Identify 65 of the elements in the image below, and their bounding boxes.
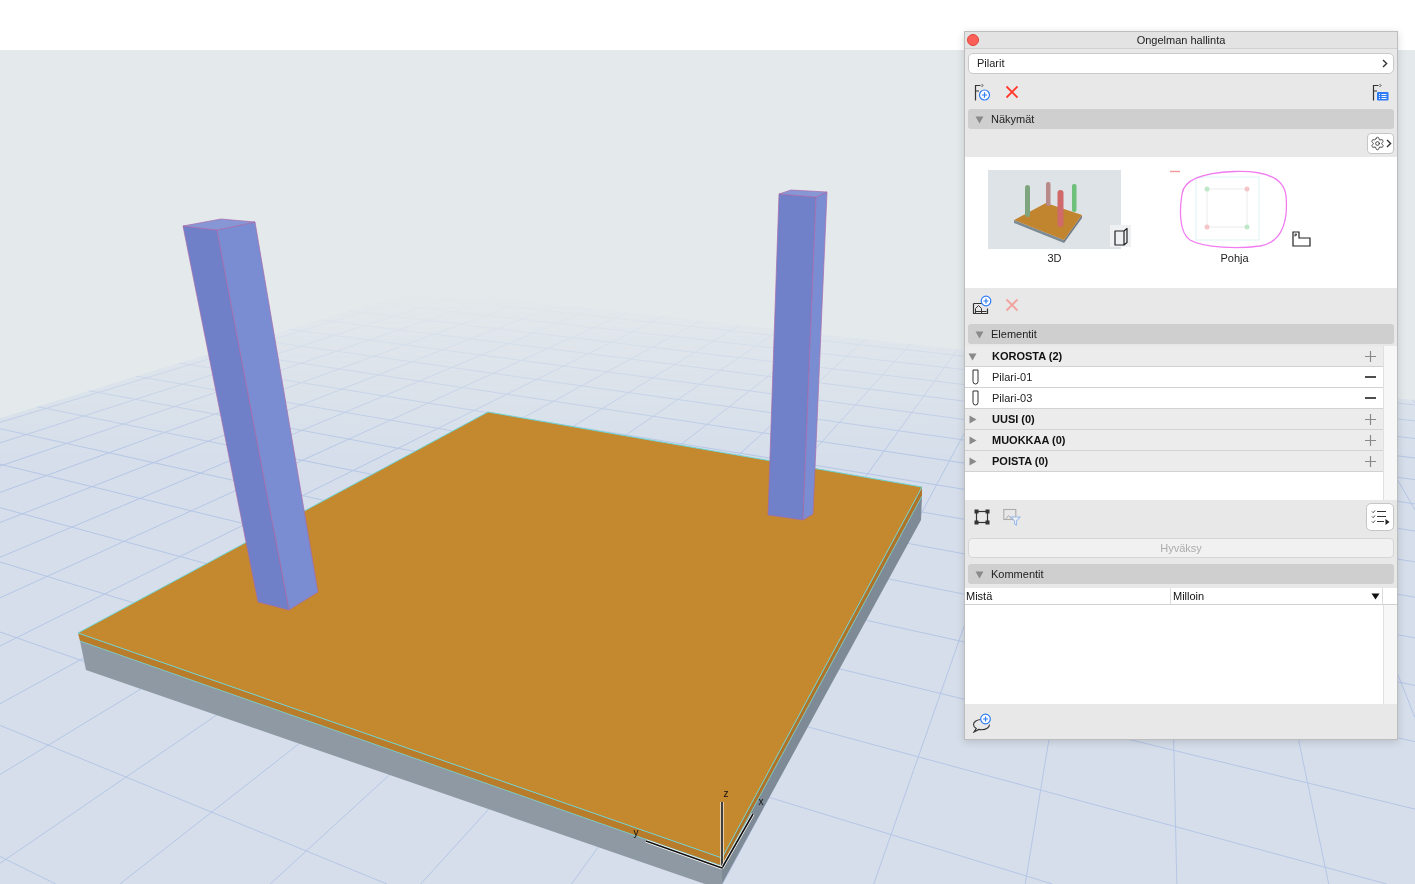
- document-list-icon: [1371, 82, 1389, 101]
- element-row[interactable]: Pilari-03: [965, 388, 1383, 409]
- disclosure-triangle-icon[interactable]: [968, 456, 977, 466]
- issue-selector[interactable]: Pilarit: [968, 53, 1394, 74]
- view-settings-button[interactable]: [1367, 132, 1394, 154]
- floor-plan-icon: [1292, 231, 1311, 247]
- sort-indicator-icon[interactable]: [1371, 592, 1380, 600]
- view-label: Pohja: [1220, 252, 1249, 265]
- plus-icon[interactable]: [1364, 350, 1376, 362]
- axis-label: z: [723, 788, 729, 799]
- plus-icon[interactable]: [1364, 455, 1376, 467]
- column-header[interactable]: Mistä: [965, 588, 1171, 604]
- disclosure-triangle-icon[interactable]: [975, 329, 984, 339]
- chevron-right-icon: [1385, 138, 1392, 148]
- scrollbar-track[interactable]: [1383, 346, 1397, 500]
- disclosure-triangle-icon[interactable]: [968, 414, 977, 424]
- section-header[interactable]: Kommentit: [968, 564, 1394, 584]
- picture-filter-icon: [1003, 508, 1021, 526]
- cube-outline-icon: [1110, 225, 1131, 247]
- section-title: Näkymät: [991, 112, 1035, 126]
- column-header[interactable]: Milloin: [1171, 588, 1383, 604]
- model-thumbnail-drawing[interactable]: [988, 170, 1121, 249]
- close-button[interactable]: [967, 34, 979, 46]
- view-label: 3D: [1047, 252, 1062, 265]
- disclosure-triangle-icon[interactable]: [975, 569, 984, 579]
- section-title: Kommentit: [991, 567, 1044, 581]
- speech-bubble-plus-icon: [972, 712, 992, 733]
- group-row[interactable]: POISTA (0): [965, 451, 1383, 472]
- add-comment-button[interactable]: [971, 711, 993, 734]
- group-row[interactable]: UUSI (0): [965, 409, 1383, 430]
- column-icon: [972, 369, 979, 385]
- cross-icon: [1005, 84, 1019, 99]
- group-label: MUOKKAA (0): [992, 433, 1067, 447]
- section-title: Elementit: [991, 327, 1037, 341]
- document-plus-icon: [973, 82, 991, 101]
- plus-icon[interactable]: [1364, 413, 1376, 425]
- element-row[interactable]: Pilari-01: [965, 367, 1383, 388]
- group-label: KOROSTA (2): [992, 349, 1064, 363]
- group-label: UUSI (0): [992, 412, 1036, 426]
- checklist-icon: [1370, 509, 1390, 525]
- cross-icon: [1005, 298, 1019, 312]
- window-title: Ongelman hallinta: [1135, 33, 1227, 47]
- add-view-button[interactable]: [971, 294, 993, 316]
- settings-icon: [1369, 135, 1385, 151]
- section-header[interactable]: Elementit: [968, 324, 1394, 344]
- section-header[interactable]: Näkymät: [968, 109, 1394, 129]
- group-row[interactable]: MUOKKAA (0): [965, 430, 1383, 451]
- group-label: POISTA (0): [992, 454, 1050, 468]
- selection-rectangle-icon: [974, 509, 990, 525]
- checklist-button[interactable]: [1366, 503, 1394, 531]
- axis-label: y: [633, 827, 639, 838]
- element-label: Pilari-03: [992, 391, 1034, 405]
- plus-icon[interactable]: [1364, 434, 1376, 446]
- picture-plus-icon: [972, 295, 992, 315]
- axis-label: x: [758, 796, 764, 807]
- disclosure-triangle-icon[interactable]: [975, 114, 984, 124]
- group-row[interactable]: KOROSTA (2): [965, 346, 1383, 367]
- column-icon: [972, 390, 979, 406]
- chevron-right-icon: [1382, 59, 1388, 68]
- disclosure-triangle-icon[interactable]: [968, 435, 977, 445]
- minus-icon[interactable]: [1364, 397, 1376, 399]
- disclosure-triangle-icon[interactable]: [968, 351, 977, 361]
- minus-icon[interactable]: [1364, 376, 1376, 378]
- scrollbar-track[interactable]: [1383, 605, 1397, 704]
- element-label: Pilari-01: [992, 370, 1034, 384]
